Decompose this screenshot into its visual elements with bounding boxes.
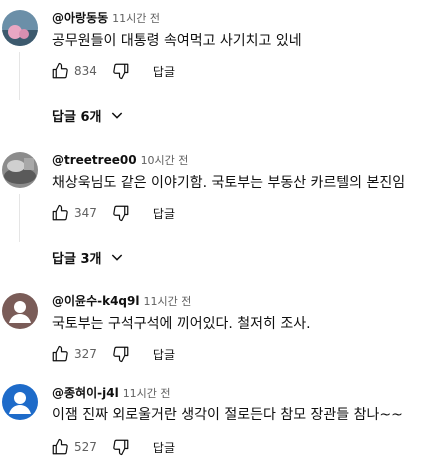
- comment-text: 공무원들이 대통령 속여먹고 사기치고 있네: [52, 33, 302, 49]
- comment-author[interactable]: @treetree00: [52, 153, 137, 167]
- comment-text: 이잼 진짜 외로울거란 생각이 절로든다 참모 장관들 참나~~: [52, 407, 403, 423]
- thumbs-down-icon: [113, 439, 129, 456]
- chevron-down-icon: [112, 254, 123, 261]
- thread-line: [19, 52, 20, 100]
- photo-avatar-icon: [2, 152, 38, 188]
- comment-author[interactable]: @아랑동동: [52, 11, 108, 25]
- replies-label: 답글 3개: [52, 251, 102, 267]
- reply-button[interactable]: 답글: [153, 205, 175, 222]
- comment-2-meta: @treetree00 10시간 전: [52, 152, 188, 169]
- thumbs-up-icon: [52, 345, 68, 362]
- reply-button[interactable]: 답글: [153, 439, 175, 456]
- like-count: 834: [74, 64, 97, 78]
- chevron-down-icon: [112, 112, 123, 119]
- reply-button[interactable]: 답글: [153, 63, 175, 80]
- like-count: 327: [74, 347, 97, 361]
- comment-4-meta: @종혀이-j4l 11시간 전: [52, 385, 171, 402]
- thumbs-up-icon: [52, 204, 68, 221]
- replies-label: 답글 6개: [52, 109, 102, 125]
- like-count: 347: [74, 206, 97, 220]
- like-count: 527: [74, 440, 97, 454]
- comment-text: 국토부는 구석구석에 끼어있다. 철저히 조사.: [52, 316, 311, 332]
- comment-author[interactable]: @종혀이-j4l: [52, 386, 119, 400]
- comment-author[interactable]: @이윤수-k4q9l: [52, 294, 139, 308]
- like-button[interactable]: [48, 435, 72, 459]
- comment-2-avatar[interactable]: [2, 152, 38, 188]
- dislike-button[interactable]: [109, 435, 133, 459]
- comment-3-meta: @이윤수-k4q9l 11시간 전: [52, 293, 191, 310]
- comment-actions: 834 답글: [48, 59, 175, 83]
- thumbs-up-icon: [52, 438, 68, 455]
- thread-line: [19, 194, 20, 242]
- dislike-button[interactable]: [109, 201, 133, 225]
- dislike-button[interactable]: [109, 342, 133, 366]
- comment-actions: 327 답글: [48, 342, 175, 366]
- landscape-avatar-icon: [2, 10, 38, 46]
- comment-4-avatar[interactable]: [2, 384, 38, 420]
- comment-3-avatar[interactable]: [2, 293, 38, 329]
- comment-time[interactable]: 11시간 전: [112, 12, 160, 25]
- like-button[interactable]: [48, 201, 72, 225]
- like-button[interactable]: [48, 342, 72, 366]
- default-user-avatar-icon: [9, 301, 31, 323]
- comment-1-meta: @아랑동동 11시간 전: [52, 10, 160, 27]
- thumbs-down-icon: [113, 346, 129, 363]
- thumbs-up-icon: [52, 62, 68, 79]
- comment-time[interactable]: 10시간 전: [141, 154, 189, 167]
- comment-time[interactable]: 11시간 전: [123, 387, 171, 400]
- comment-1-avatar[interactable]: [2, 10, 38, 46]
- comment-actions: 527 답글: [48, 435, 175, 459]
- comment-text: 채상욱님도 같은 이야기함. 국토부는 부동산 카르텔의 본진임: [52, 175, 406, 191]
- view-replies-button[interactable]: 답글 3개: [40, 243, 137, 271]
- dislike-button[interactable]: [109, 59, 133, 83]
- thumbs-down-icon: [113, 205, 129, 222]
- comment-time[interactable]: 11시간 전: [143, 295, 191, 308]
- thumbs-down-icon: [113, 63, 129, 80]
- comment-actions: 347 답글: [48, 201, 175, 225]
- like-button[interactable]: [48, 59, 72, 83]
- reply-button[interactable]: 답글: [153, 346, 175, 363]
- view-replies-button[interactable]: 답글 6개: [40, 101, 137, 129]
- default-user-avatar-icon: [9, 392, 31, 414]
